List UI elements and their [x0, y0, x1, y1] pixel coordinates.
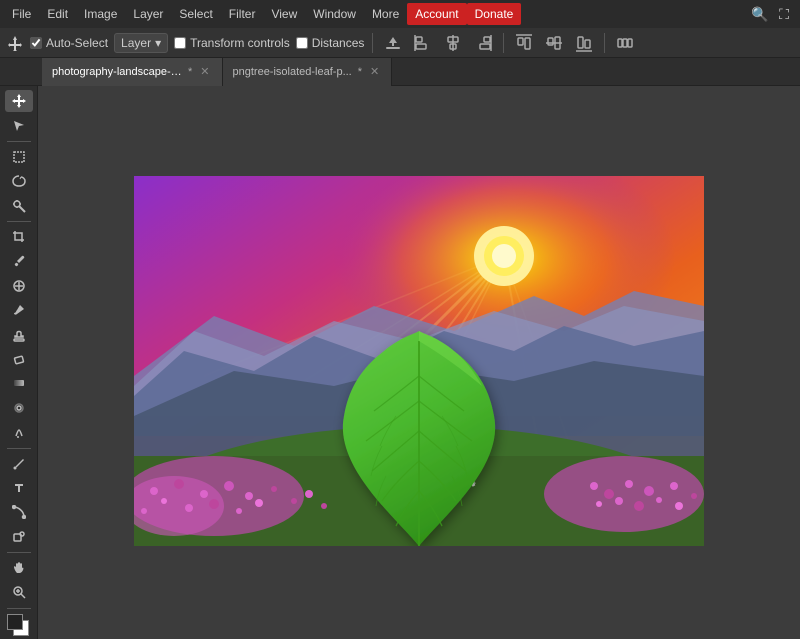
- eraser-tool[interactable]: [5, 348, 33, 370]
- options-separator-2: [503, 33, 504, 53]
- fullscreen-icon[interactable]: ⛶: [772, 2, 796, 26]
- layer-dropdown-label: Layer: [121, 36, 151, 50]
- menu-edit[interactable]: Edit: [39, 3, 76, 25]
- fg-swatch: [7, 614, 23, 630]
- menu-file[interactable]: File: [4, 3, 39, 25]
- healing-tool[interactable]: [5, 275, 33, 297]
- menu-donate[interactable]: Donate: [467, 3, 522, 25]
- marquee-tool[interactable]: [5, 146, 33, 168]
- tab-landscape-modified: *: [188, 66, 192, 78]
- tabs-bar: photography-landscape-a... * ✕ pngtree-i…: [0, 58, 800, 86]
- distribute-icon[interactable]: [613, 31, 637, 55]
- crop-tool[interactable]: [5, 226, 33, 248]
- canvas-container: [134, 176, 704, 549]
- zoom-tool[interactable]: [5, 581, 33, 603]
- align-download-icon[interactable]: [381, 31, 405, 55]
- options-bar: Auto-Select Layer ▾ Transform controls D…: [0, 28, 800, 58]
- align-bottom-edges-icon[interactable]: [572, 31, 596, 55]
- main-layout: [0, 86, 800, 639]
- pen-tool[interactable]: [5, 452, 33, 474]
- options-separator-1: [372, 33, 373, 53]
- move-tool[interactable]: [5, 90, 33, 112]
- tab-leaf[interactable]: pngtree-isolated-leaf-p... * ✕: [223, 58, 393, 86]
- tab-leaf-name: pngtree-isolated-leaf-p...: [233, 66, 352, 78]
- menu-layer[interactable]: Layer: [125, 3, 171, 25]
- auto-select-group: Auto-Select: [30, 36, 108, 50]
- canvas-image: [134, 176, 704, 546]
- align-center-v-icon[interactable]: [542, 31, 566, 55]
- eyedropper-tool[interactable]: [5, 250, 33, 272]
- distances-group: Distances: [296, 36, 365, 50]
- magic-wand-tool[interactable]: [5, 194, 33, 216]
- shape-tool[interactable]: [5, 526, 33, 548]
- tool-separator-2: [7, 221, 31, 222]
- search-icon[interactable]: 🔍: [748, 2, 772, 26]
- lasso-tool[interactable]: [5, 170, 33, 192]
- brush-tool[interactable]: [5, 299, 33, 321]
- distances-label: Distances: [312, 36, 365, 50]
- menu-account[interactable]: Account: [407, 3, 466, 25]
- move-tool-icon: [6, 34, 24, 52]
- tool-separator-5: [7, 608, 31, 609]
- gradient-tool[interactable]: [5, 372, 33, 394]
- align-center-h-icon[interactable]: [441, 31, 465, 55]
- color-swatches[interactable]: [5, 612, 33, 634]
- align-top-edges-icon[interactable]: [512, 31, 536, 55]
- stamp-tool[interactable]: [5, 323, 33, 345]
- menu-bar: File Edit Image Layer Select Filter View…: [0, 0, 800, 28]
- tab-leaf-close[interactable]: ✕: [368, 65, 381, 78]
- canvas-area: [38, 86, 800, 639]
- tool-separator-1: [7, 141, 31, 142]
- auto-select-label: Auto-Select: [46, 36, 108, 50]
- align-left-edges-icon[interactable]: [411, 31, 435, 55]
- auto-select-checkbox[interactable]: [30, 37, 42, 49]
- options-separator-3: [604, 33, 605, 53]
- tab-leaf-modified: *: [358, 66, 362, 78]
- tool-separator-4: [7, 552, 31, 553]
- tool-separator-3: [7, 448, 31, 449]
- hand-tool[interactable]: [5, 557, 33, 579]
- distances-checkbox[interactable]: [296, 37, 308, 49]
- align-right-edges-icon[interactable]: [471, 31, 495, 55]
- menu-window[interactable]: Window: [305, 3, 364, 25]
- layer-dropdown-arrow: ▾: [155, 36, 161, 50]
- tab-landscape[interactable]: photography-landscape-a... * ✕: [42, 58, 223, 86]
- blur-tool[interactable]: [5, 397, 33, 419]
- layer-dropdown[interactable]: Layer ▾: [114, 33, 168, 53]
- dodge-tool[interactable]: [5, 421, 33, 443]
- path-select-tool[interactable]: [5, 501, 33, 523]
- transform-controls-group: Transform controls: [174, 36, 290, 50]
- menu-view[interactable]: View: [263, 3, 305, 25]
- menu-filter[interactable]: Filter: [221, 3, 264, 25]
- tab-landscape-close[interactable]: ✕: [198, 65, 211, 78]
- menu-select[interactable]: Select: [171, 3, 220, 25]
- transform-controls-label: Transform controls: [190, 36, 290, 50]
- arrow-tool[interactable]: [5, 114, 33, 136]
- menu-image[interactable]: Image: [76, 3, 125, 25]
- tab-landscape-name: photography-landscape-a...: [52, 66, 182, 78]
- toolbox: [0, 86, 38, 639]
- transform-controls-checkbox[interactable]: [174, 37, 186, 49]
- type-tool[interactable]: [5, 477, 33, 499]
- menu-more[interactable]: More: [364, 3, 407, 25]
